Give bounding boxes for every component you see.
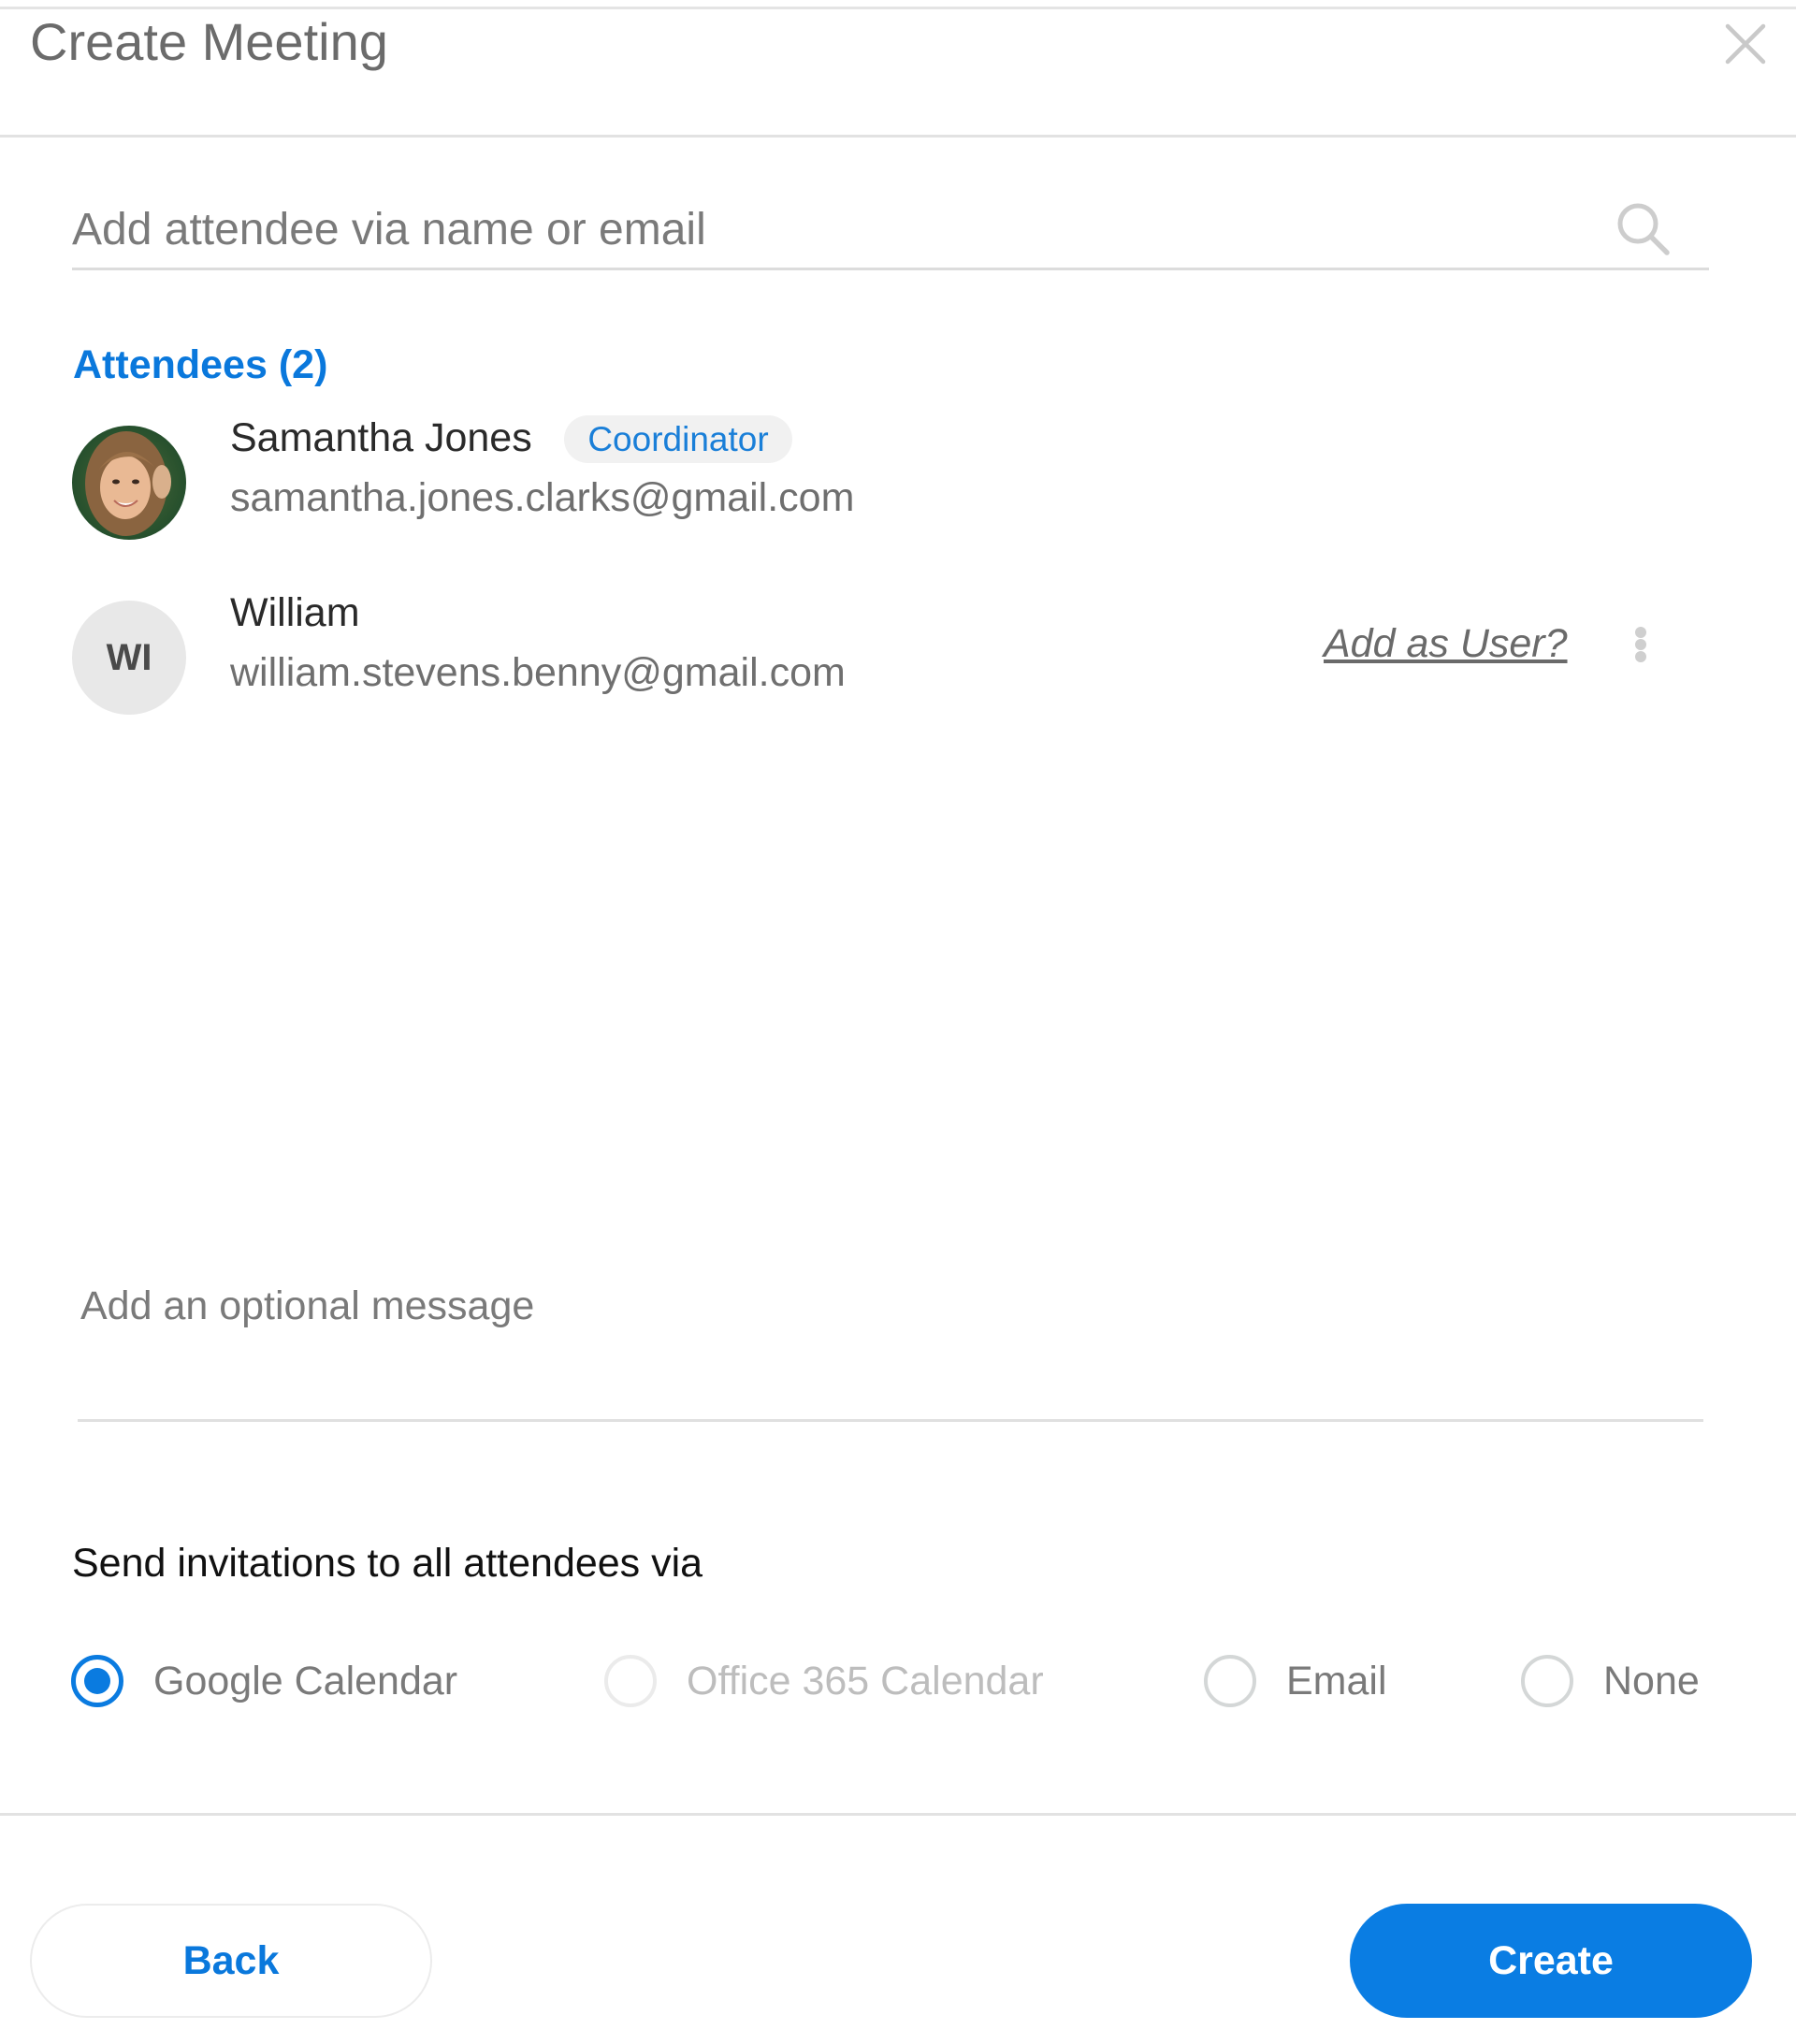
optional-message-input[interactable] — [80, 1272, 1699, 1411]
attendee-email: william.stevens.benny@gmail.com — [230, 650, 846, 695]
header-divider — [0, 135, 1796, 138]
avatar — [72, 426, 186, 540]
create-button[interactable]: Create — [1350, 1904, 1752, 2018]
radio-none[interactable]: None — [1521, 1648, 1700, 1714]
close-button[interactable] — [1724, 22, 1767, 65]
more-vertical-icon[interactable] — [1628, 621, 1654, 668]
attendee-name: William — [230, 590, 360, 635]
dialog-title: Create Meeting — [30, 12, 388, 71]
back-button[interactable]: Back — [30, 1904, 432, 2018]
footer-divider — [0, 1813, 1796, 1816]
avatar-photo — [72, 426, 186, 540]
attendees-heading: Attendees (2) — [73, 342, 328, 387]
search-underline — [72, 268, 1709, 270]
attendee-email: samantha.jones.clarks@gmail.com — [230, 475, 855, 520]
close-icon — [1725, 23, 1766, 65]
radio-label: None — [1603, 1658, 1700, 1703]
radio-email[interactable]: Email — [1204, 1648, 1387, 1714]
radio-label: Email — [1286, 1658, 1387, 1703]
radio-button[interactable] — [1521, 1655, 1573, 1707]
radio-label: Google Calendar — [153, 1658, 458, 1703]
radio-button-disabled[interactable] — [604, 1655, 657, 1707]
radio-google-calendar[interactable]: Google Calendar — [71, 1648, 457, 1714]
radio-button-checked[interactable] — [71, 1655, 123, 1707]
invitations-label: Send invitations to all attendees via — [72, 1541, 703, 1586]
add-as-user-link[interactable]: Add as User? — [1324, 617, 1568, 670]
avatar: WI — [72, 601, 186, 715]
radio-label: Office 365 Calendar — [687, 1658, 1044, 1703]
attendee-name: Samantha Jones — [230, 415, 532, 460]
message-underline — [78, 1419, 1703, 1422]
radio-office365-calendar[interactable]: Office 365 Calendar — [604, 1648, 1044, 1714]
attendee-search — [72, 187, 1709, 271]
radio-button[interactable] — [1204, 1655, 1256, 1707]
search-icon[interactable] — [1615, 200, 1674, 260]
attendee-row: Samantha Jones Coordinator samantha.jone… — [0, 412, 1796, 552]
coordinator-badge: Coordinator — [564, 415, 792, 463]
attendee-search-input[interactable] — [72, 196, 1587, 262]
